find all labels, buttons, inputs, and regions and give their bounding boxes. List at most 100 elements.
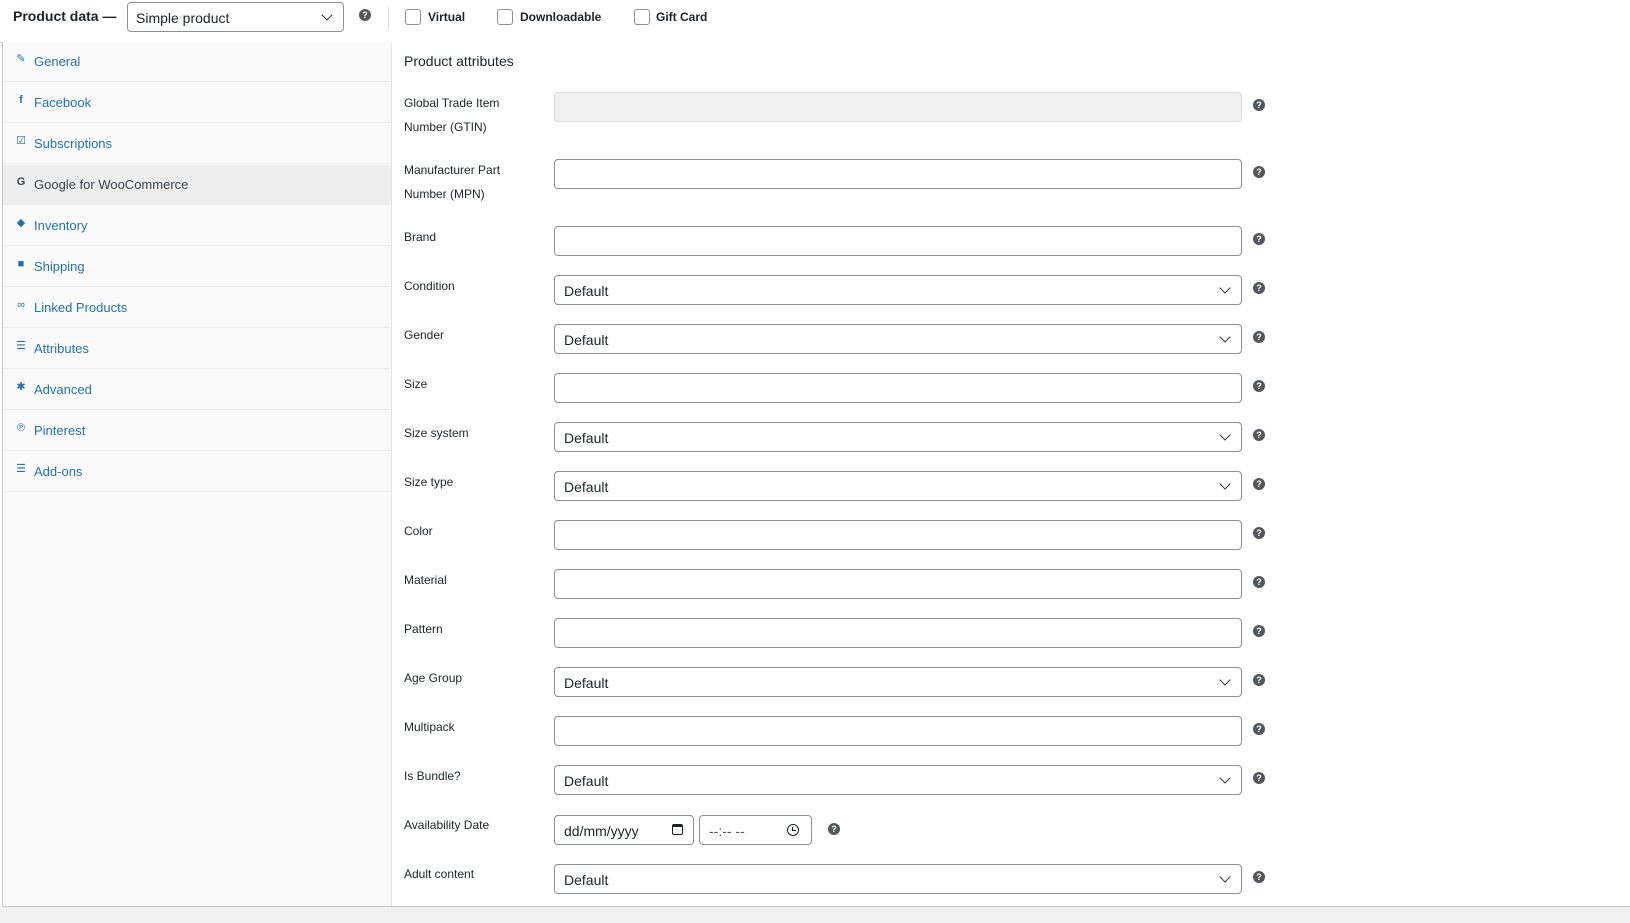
virtual-label[interactable]: Virtual xyxy=(428,10,465,24)
tab-inventory[interactable]: ◆ Inventory xyxy=(3,206,391,246)
age-group-value: Default xyxy=(564,675,609,691)
help-icon[interactable]: ? xyxy=(828,823,840,835)
help-icon[interactable]: ? xyxy=(1253,527,1265,539)
tab-subscriptions[interactable]: ☑ Subscriptions xyxy=(3,124,391,164)
size-system-value: Default xyxy=(564,430,609,446)
color-label: Color xyxy=(404,524,433,538)
tab-label: Pinterest xyxy=(34,423,86,438)
tag-icon: ◆ xyxy=(16,217,26,229)
tab-attributes[interactable]: ☰ Attributes xyxy=(3,329,391,369)
time-placeholder: --:-- -- xyxy=(709,823,745,839)
pattern-input[interactable] xyxy=(554,618,1242,648)
is-bundle-value: Default xyxy=(564,773,609,789)
material-label: Material xyxy=(404,573,447,587)
product-data-title: Product data — xyxy=(13,8,117,24)
product-type-select[interactable]: Simple product xyxy=(127,2,344,32)
mpn-input[interactable] xyxy=(554,159,1242,189)
size-input[interactable] xyxy=(554,373,1242,403)
condition-select[interactable]: Default xyxy=(554,275,1242,305)
age-group-label: Age Group xyxy=(404,671,463,685)
tab-facebook[interactable]: f Facebook xyxy=(3,83,391,123)
date-placeholder: dd/mm/yyyy xyxy=(564,823,639,839)
adult-content-label: Adult content xyxy=(404,867,475,881)
size-label: Size xyxy=(404,377,428,391)
pattern-label: Pattern xyxy=(404,622,443,636)
size-system-select[interactable]: Default xyxy=(554,422,1242,452)
virtual-checkbox[interactable] xyxy=(405,9,421,25)
help-icon[interactable]: ? xyxy=(1253,871,1265,883)
tab-linked-products[interactable]: ∞ Linked Products xyxy=(3,288,391,328)
chevron-down-icon xyxy=(1219,772,1231,784)
multipack-input[interactable] xyxy=(554,716,1242,746)
color-input[interactable] xyxy=(554,520,1242,550)
gear-icon: ✱ xyxy=(16,381,26,393)
help-icon[interactable]: ? xyxy=(1253,772,1265,784)
tab-label: Add-ons xyxy=(34,464,83,479)
tab-add-ons[interactable]: ☰ Add-ons xyxy=(3,452,391,492)
help-icon[interactable]: ? xyxy=(1253,282,1265,294)
help-icon[interactable]: ? xyxy=(1253,478,1265,490)
gift-card-label[interactable]: Gift Card xyxy=(656,10,707,24)
wrench-icon: ✎ xyxy=(16,53,26,65)
page-bottom-strip xyxy=(0,907,1630,923)
tab-advanced[interactable]: ✱ Advanced xyxy=(3,370,391,410)
header-divider xyxy=(388,7,389,29)
downloadable-checkbox[interactable] xyxy=(497,9,513,25)
help-icon[interactable]: ? xyxy=(359,9,371,21)
is-bundle-label: Is Bundle? xyxy=(404,769,461,783)
facebook-icon: f xyxy=(19,94,23,106)
availability-date-input[interactable]: dd/mm/yyyy xyxy=(554,815,694,845)
tab-label: Attributes xyxy=(34,341,89,356)
gtin-input xyxy=(554,92,1242,122)
section-title: Product attributes xyxy=(404,53,514,69)
chevron-down-icon xyxy=(1219,429,1231,441)
link-icon: ∞ xyxy=(17,299,25,311)
help-icon[interactable]: ? xyxy=(1253,625,1265,637)
chevron-down-icon xyxy=(1219,871,1231,883)
gender-label: Gender xyxy=(404,328,445,342)
downloadable-label[interactable]: Downloadable xyxy=(520,10,601,24)
chevron-down-icon xyxy=(1219,674,1231,686)
chevron-down-icon xyxy=(1219,331,1231,343)
chevron-down-icon xyxy=(1219,478,1231,490)
help-icon[interactable]: ? xyxy=(1253,674,1265,686)
help-icon[interactable]: ? xyxy=(1253,99,1265,111)
gender-select[interactable]: Default xyxy=(554,324,1242,354)
condition-value: Default xyxy=(564,283,609,299)
tab-general[interactable]: ✎ General xyxy=(3,42,391,82)
product-data-tabs: ✎ General f Facebook ☑ Subscriptions G G… xyxy=(3,42,392,906)
clock-icon[interactable] xyxy=(787,824,799,836)
product-type-value: Simple product xyxy=(136,10,230,26)
size-system-label: Size system xyxy=(404,426,469,440)
age-group-select[interactable]: Default xyxy=(554,667,1242,697)
pinterest-icon: ℗ xyxy=(16,422,26,434)
help-icon[interactable]: ? xyxy=(1253,233,1265,245)
help-icon[interactable]: ? xyxy=(1253,380,1265,392)
help-icon[interactable]: ? xyxy=(1253,723,1265,735)
tab-pinterest[interactable]: ℗ Pinterest xyxy=(3,411,391,451)
material-input[interactable] xyxy=(554,569,1242,599)
availability-date-label: Availability Date xyxy=(404,818,490,832)
help-icon[interactable]: ? xyxy=(1253,429,1265,441)
availability-time-input[interactable]: --:-- -- xyxy=(699,815,812,845)
brand-input[interactable] xyxy=(554,226,1242,256)
is-bundle-select[interactable]: Default xyxy=(554,765,1242,795)
tab-label: Shipping xyxy=(34,259,85,274)
tab-label: General xyxy=(34,54,81,69)
chevron-down-icon xyxy=(1219,282,1231,294)
adult-content-select[interactable]: Default xyxy=(554,864,1242,894)
tab-label: Linked Products xyxy=(34,300,128,315)
help-icon[interactable]: ? xyxy=(1253,576,1265,588)
help-icon[interactable]: ? xyxy=(1253,166,1265,178)
size-type-value: Default xyxy=(564,479,609,495)
list-icon: ☰ xyxy=(16,340,26,352)
calendar-icon[interactable] xyxy=(672,824,683,835)
tab-google-for-woocommerce[interactable]: G Google for WooCommerce xyxy=(3,165,391,205)
multipack-label: Multipack xyxy=(404,720,455,734)
tab-shipping[interactable]: ■ Shipping xyxy=(3,247,391,287)
help-icon[interactable]: ? xyxy=(1253,331,1265,343)
adult-content-value: Default xyxy=(564,872,609,888)
size-type-select[interactable]: Default xyxy=(554,471,1242,501)
gift-card-checkbox[interactable] xyxy=(634,9,650,25)
tab-label: Facebook xyxy=(34,95,92,110)
